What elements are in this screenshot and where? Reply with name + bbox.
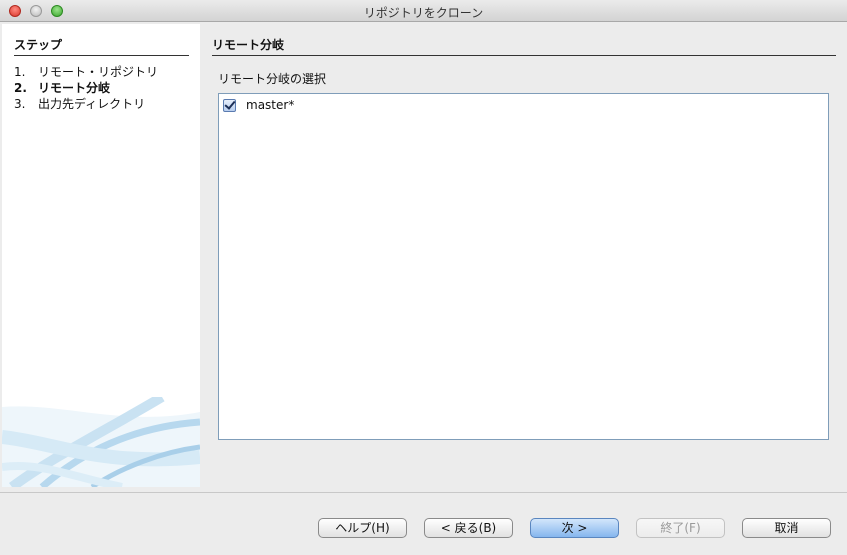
step-item-remote-branch: 2. リモート分岐 [14, 81, 111, 95]
title-bar[interactable]: リポジトリをクローン [0, 0, 847, 22]
step-item-destination-directory: 3. 出力先ディレクトリ [14, 97, 146, 111]
steps-title: ステップ [14, 36, 189, 56]
branch-list[interactable]: master* [218, 93, 829, 440]
help-button[interactable]: ヘルプ(H) [318, 518, 407, 538]
finish-button[interactable]: 終了(F) [636, 518, 725, 538]
button-bar-separator [0, 492, 847, 493]
clone-repository-dialog: リポジトリをクローン ステップ 1. リモート・リポジトリ 2. リモート分岐 3.… [0, 0, 847, 555]
next-button[interactable]: 次 > [530, 518, 619, 538]
remote-branch-panel: リモート分岐 リモート分岐の選択 master* [208, 24, 838, 487]
step-item-remote-repository: 1. リモート・リポジトリ [14, 65, 159, 79]
branch-label: master* [246, 98, 295, 112]
steps-pane: ステップ 1. リモート・リポジトリ 2. リモート分岐 3. 出力先ディレクトリ [2, 24, 200, 487]
back-button[interactable]: < 戻る(B) [424, 518, 513, 538]
branch-list-label: リモート分岐の選択 [218, 72, 327, 86]
wizard-decoration-graphic [2, 397, 200, 487]
branch-item-master[interactable]: master* [223, 97, 294, 113]
branch-checkbox[interactable] [223, 98, 236, 112]
window-title: リポジトリをクローン [363, 6, 484, 20]
steps-list: 1. リモート・リポジトリ 2. リモート分岐 3. 出力先ディレクトリ [14, 64, 158, 112]
panel-title: リモート分岐 [212, 36, 836, 56]
cancel-button[interactable]: 取消 [742, 518, 831, 538]
